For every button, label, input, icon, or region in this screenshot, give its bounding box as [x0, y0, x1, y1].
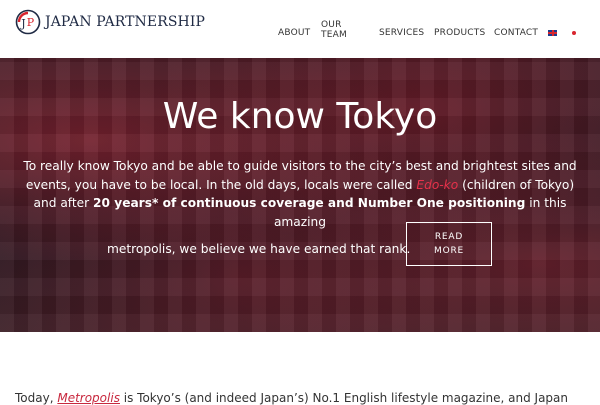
- intro-start: Today,: [15, 391, 58, 405]
- jp-logo-icon: J P: [15, 9, 41, 35]
- svg-text:J: J: [20, 17, 25, 30]
- brand-name: JAPAN PARTNERSHIP: [45, 14, 206, 30]
- site-logo[interactable]: J P JAPAN PARTNERSHIP: [15, 9, 205, 35]
- hero-bold-text: 20 years* of continuous coverage and Num…: [93, 196, 526, 210]
- hero-text-last: metropolis, we believe we have earned th…: [107, 242, 411, 256]
- hero-banner: We know Tokyo To really know Tokyo and b…: [0, 58, 600, 332]
- site-header: J P JAPAN PARTNERSHIP ABOUT OUR TEAM SER…: [0, 0, 600, 58]
- read-more-button[interactable]: READ MORE: [406, 222, 492, 266]
- read-more-line1: READ: [434, 232, 464, 242]
- hero-highlight: Edo-ko: [416, 177, 459, 192]
- nav-products[interactable]: PRODUCTS: [434, 28, 485, 38]
- read-more-line2: MORE: [434, 246, 464, 256]
- japan-flag-icon[interactable]: [569, 30, 578, 36]
- svg-text:P: P: [27, 16, 35, 29]
- nav-our-team[interactable]: OUR TEAM: [321, 20, 351, 40]
- intro-rest: is Tokyo’s (and indeed Japan’s) No.1 Eng…: [119, 391, 569, 405]
- nav-about[interactable]: ABOUT: [278, 28, 310, 38]
- uk-flag-icon[interactable]: [548, 30, 557, 36]
- nav-services[interactable]: SERVICES: [379, 28, 424, 38]
- nav-contact[interactable]: CONTACT: [494, 28, 538, 38]
- metropolis-link[interactable]: Metropolis: [57, 391, 120, 405]
- intro-paragraph: Today, Metropolis is Tokyo’s (and indeed…: [15, 391, 585, 405]
- hero-title: We know Tokyo: [162, 96, 438, 137]
- hero-paragraph: To really know Tokyo and be able to guid…: [20, 157, 580, 231]
